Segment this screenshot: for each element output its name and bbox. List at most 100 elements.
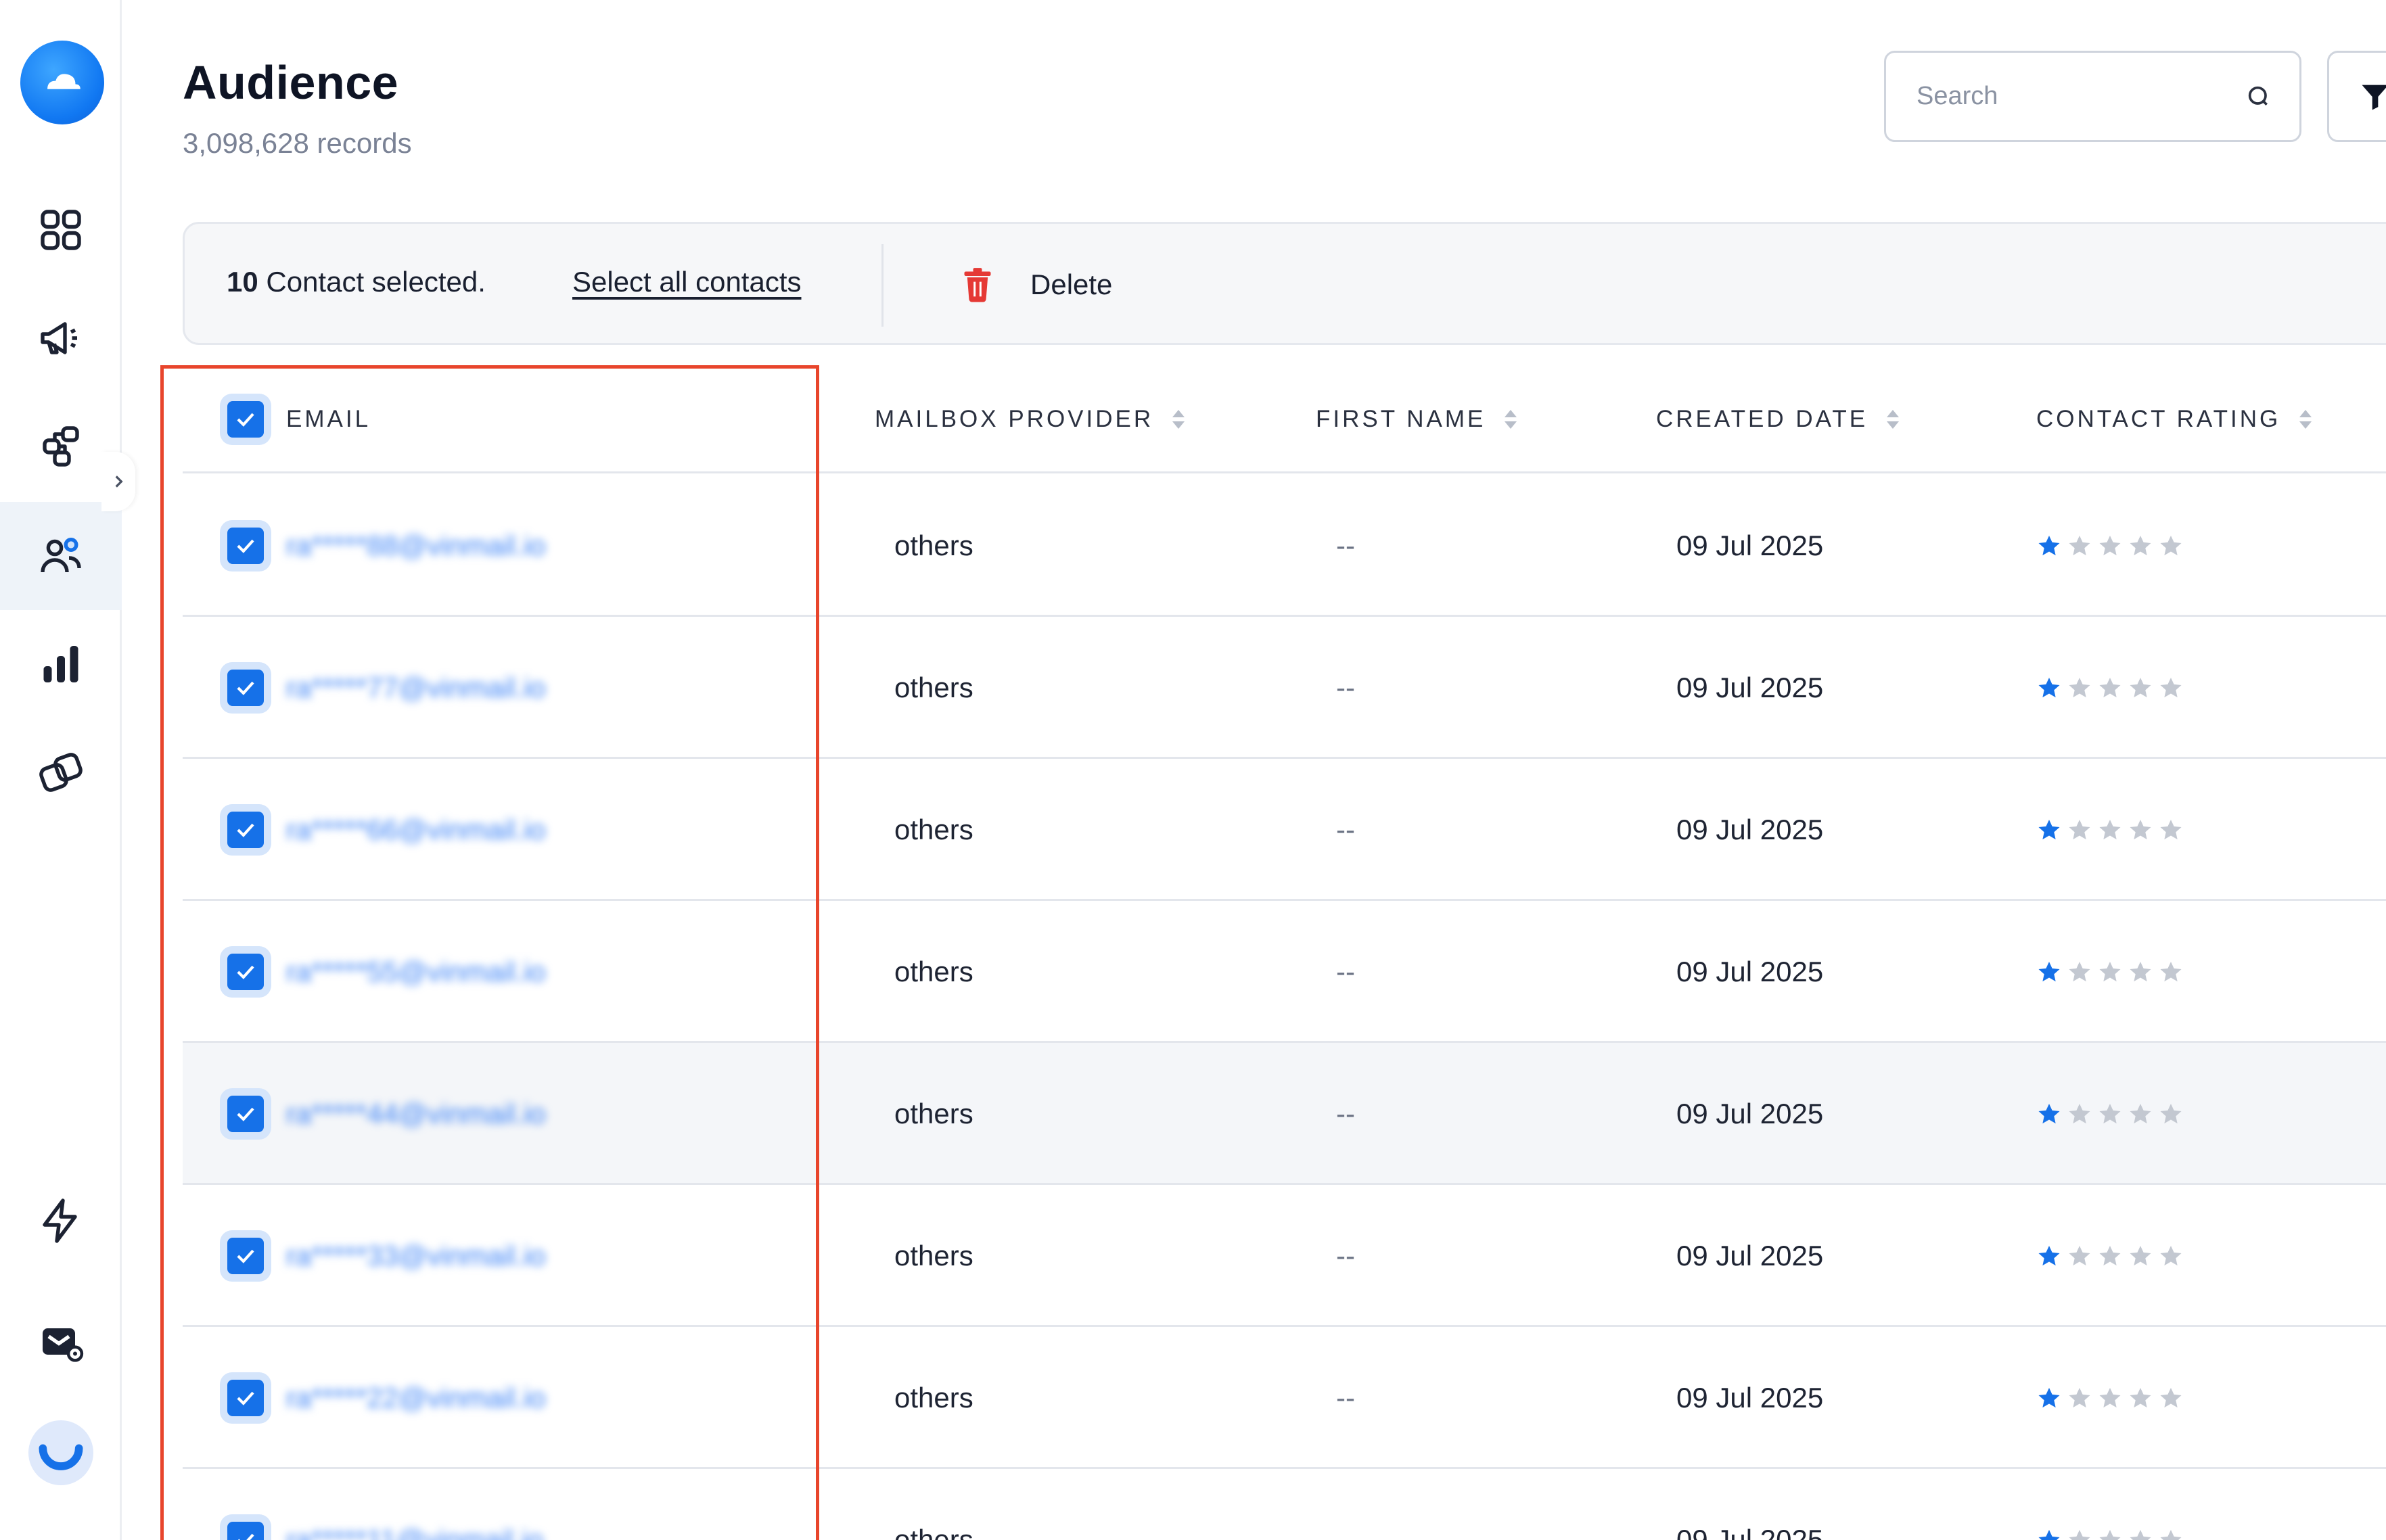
email-cell[interactable]: ra*****22@vinmail.io: [286, 1327, 545, 1469]
integrations-icon[interactable]: [0, 718, 122, 826]
email-cell[interactable]: ra*****66@vinmail.io: [286, 759, 545, 901]
sort-icon[interactable]: [1172, 410, 1185, 429]
star-empty-icon[interactable]: [2097, 1101, 2123, 1127]
sort-icon[interactable]: [2299, 410, 2312, 429]
star-empty-icon[interactable]: [2067, 959, 2092, 985]
star-empty-icon[interactable]: [2067, 533, 2092, 559]
star-filled-icon[interactable]: [2036, 1243, 2062, 1269]
sort-icon[interactable]: [1505, 410, 1517, 429]
email-cell[interactable]: ra*****77@vinmail.io: [286, 617, 545, 759]
column-header-mailbox-provider[interactable]: MAILBOX PROVIDER: [875, 365, 1185, 473]
star-empty-icon[interactable]: [2067, 1243, 2092, 1269]
cloud-logo-icon[interactable]: [20, 41, 104, 124]
row-checkbox[interactable]: [220, 1043, 271, 1185]
row-checkbox[interactable]: [220, 901, 271, 1043]
star-empty-icon[interactable]: [2158, 817, 2184, 843]
star-empty-icon[interactable]: [2128, 959, 2153, 985]
bar-chart-icon[interactable]: [0, 610, 122, 718]
star-empty-icon[interactable]: [2158, 959, 2184, 985]
star-empty-icon[interactable]: [2067, 1527, 2092, 1540]
star-empty-icon[interactable]: [2067, 817, 2092, 843]
sort-icon[interactable]: [1887, 410, 1900, 429]
lightning-icon[interactable]: [0, 1167, 122, 1275]
user-avatar-icon[interactable]: [28, 1420, 93, 1485]
row-checkbox[interactable]: [220, 475, 271, 617]
star-empty-icon[interactable]: [2097, 959, 2123, 985]
star-empty-icon[interactable]: [2128, 1385, 2153, 1411]
row-checkbox[interactable]: [220, 1327, 271, 1469]
column-header-email[interactable]: EMAIL: [286, 365, 371, 473]
star-empty-icon[interactable]: [2128, 1101, 2153, 1127]
table-row[interactable]: ra*****33@vinmail.io others -- 09 Jul 2025: [183, 1185, 2386, 1327]
star-empty-icon[interactable]: [2097, 1385, 2123, 1411]
star-empty-icon[interactable]: [2158, 675, 2184, 701]
sidebar-expand-button[interactable]: [101, 452, 135, 511]
star-empty-icon[interactable]: [2158, 1527, 2184, 1540]
star-empty-icon[interactable]: [2128, 1243, 2153, 1269]
table-header: EMAIL MAILBOX PROVIDER FIRST NAME CREATE…: [183, 365, 2386, 473]
star-empty-icon[interactable]: [2158, 1101, 2184, 1127]
first-name-cell: --: [1336, 1098, 1355, 1129]
email-cell[interactable]: ra*****88@vinmail.io: [286, 475, 545, 617]
audience-users-icon[interactable]: [0, 502, 122, 610]
star-empty-icon[interactable]: [2097, 817, 2123, 843]
megaphone-icon[interactable]: [0, 284, 122, 392]
email-cell[interactable]: ra*****33@vinmail.io: [286, 1185, 545, 1327]
star-empty-icon[interactable]: [2067, 675, 2092, 701]
table-row[interactable]: ra*****55@vinmail.io others -- 09 Jul 2025: [183, 901, 2386, 1043]
table-row[interactable]: ra*****77@vinmail.io others -- 09 Jul 2025: [183, 617, 2386, 759]
column-header-first-name[interactable]: FIRST NAME: [1316, 365, 1517, 473]
first-name-cell: --: [1336, 814, 1355, 845]
table-row[interactable]: ra*****66@vinmail.io others -- 09 Jul 2025: [183, 759, 2386, 901]
delete-button[interactable]: Delete: [963, 258, 1112, 312]
star-empty-icon[interactable]: [2067, 1385, 2092, 1411]
star-empty-icon[interactable]: [2097, 533, 2123, 559]
star-empty-icon[interactable]: [2097, 1243, 2123, 1269]
row-checkbox[interactable]: [220, 617, 271, 759]
column-label: CONTACT RATING: [2036, 406, 2281, 432]
star-empty-icon[interactable]: [2128, 675, 2153, 701]
email-cell[interactable]: ra*****55@vinmail.io: [286, 901, 545, 1043]
star-filled-icon[interactable]: [2036, 533, 2062, 559]
email-cell[interactable]: ra*****44@vinmail.io: [286, 1043, 545, 1185]
star-empty-icon[interactable]: [2067, 1101, 2092, 1127]
row-checkbox[interactable]: [220, 1185, 271, 1327]
email-value: ra*****44@vinmail.io: [286, 1098, 546, 1129]
row-checkbox[interactable]: [220, 759, 271, 901]
star-filled-icon[interactable]: [2036, 1385, 2062, 1411]
search-input[interactable]: [1917, 82, 2245, 111]
select-all-checkbox[interactable]: [220, 365, 271, 473]
rating-stars: [2036, 1385, 2184, 1411]
check-icon: [237, 1391, 254, 1405]
star-empty-icon[interactable]: [2158, 1385, 2184, 1411]
column-header-created-date[interactable]: CREATED DATE: [1656, 365, 1900, 473]
mail-settings-icon[interactable]: [0, 1288, 122, 1397]
delete-label: Delete: [1030, 269, 1113, 300]
contact-rating-cell: [2036, 1327, 2184, 1469]
star-empty-icon[interactable]: [2128, 817, 2153, 843]
star-filled-icon[interactable]: [2036, 1527, 2062, 1540]
select-all-contacts-link[interactable]: Select all contacts: [572, 266, 802, 298]
star-empty-icon[interactable]: [2128, 533, 2153, 559]
table-row[interactable]: ra*****88@vinmail.io others -- 09 Jul 2025: [183, 475, 2386, 617]
email-value: ra*****88@vinmail.io: [286, 530, 546, 561]
star-filled-icon[interactable]: [2036, 675, 2062, 701]
search-icon[interactable]: [2245, 83, 2272, 110]
star-empty-icon[interactable]: [2128, 1527, 2153, 1540]
star-filled-icon[interactable]: [2036, 959, 2062, 985]
table-row[interactable]: ra*****11@vinmail.io others -- 09 Jul 2025: [183, 1469, 2386, 1540]
search-box[interactable]: [1884, 51, 2301, 142]
star-empty-icon[interactable]: [2158, 1243, 2184, 1269]
email-cell[interactable]: ra*****11@vinmail.io: [286, 1469, 543, 1540]
table-row[interactable]: ra*****44@vinmail.io others -- 09 Jul 2025: [183, 1043, 2386, 1185]
star-filled-icon[interactable]: [2036, 1101, 2062, 1127]
filter-button[interactable]: [2327, 51, 2386, 142]
star-filled-icon[interactable]: [2036, 817, 2062, 843]
row-checkbox[interactable]: [220, 1469, 271, 1540]
star-empty-icon[interactable]: [2158, 533, 2184, 559]
column-header-contact-rating[interactable]: CONTACT RATING: [2036, 365, 2312, 473]
table-row[interactable]: ra*****22@vinmail.io others -- 09 Jul 2025: [183, 1327, 2386, 1469]
star-empty-icon[interactable]: [2097, 675, 2123, 701]
dashboard-grid-icon[interactable]: [0, 176, 122, 284]
star-empty-icon[interactable]: [2097, 1527, 2123, 1540]
